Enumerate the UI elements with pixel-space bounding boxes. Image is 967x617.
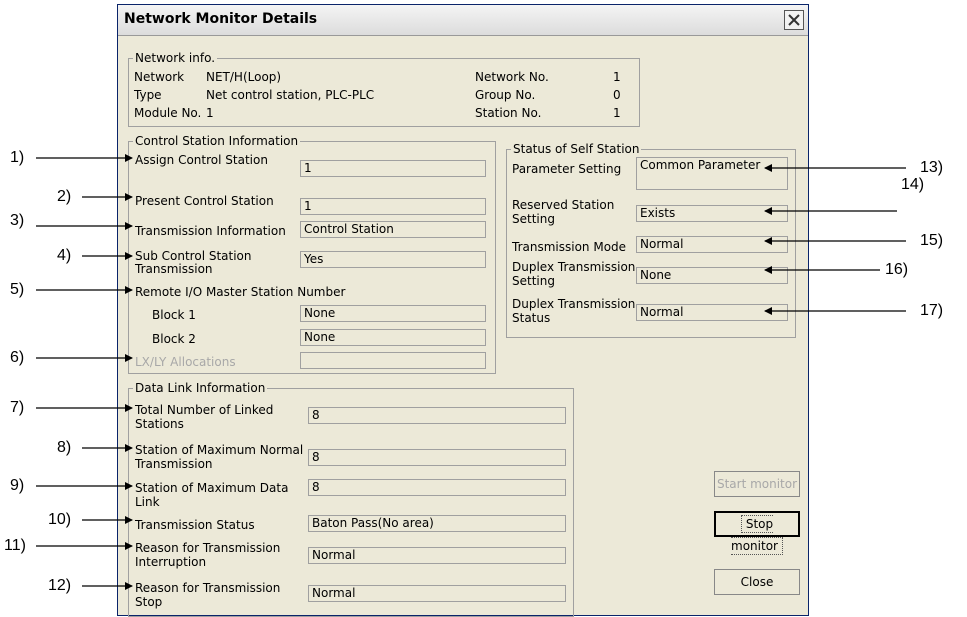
callout-7: 7): [10, 399, 25, 416]
callout-2: 2): [57, 188, 72, 205]
callout-4: 4): [57, 247, 72, 264]
callout-1: 1): [10, 149, 25, 166]
callout-5: 5): [10, 281, 25, 298]
callout-11: 11): [4, 537, 26, 554]
callout-6: 6): [10, 349, 25, 366]
callout-15: 15): [920, 232, 944, 249]
callout-12: 12): [48, 577, 72, 594]
callout-13: 13): [920, 159, 944, 176]
callout-8: 8): [57, 439, 72, 456]
callout-10: 10): [48, 511, 72, 528]
callout-14: 14): [901, 176, 925, 193]
callout-9: 9): [10, 477, 25, 494]
callout-3: 3): [10, 212, 25, 229]
callout-arrows: [36, 154, 906, 590]
callout-17: 17): [920, 302, 944, 319]
callout-16: 16): [885, 261, 909, 278]
